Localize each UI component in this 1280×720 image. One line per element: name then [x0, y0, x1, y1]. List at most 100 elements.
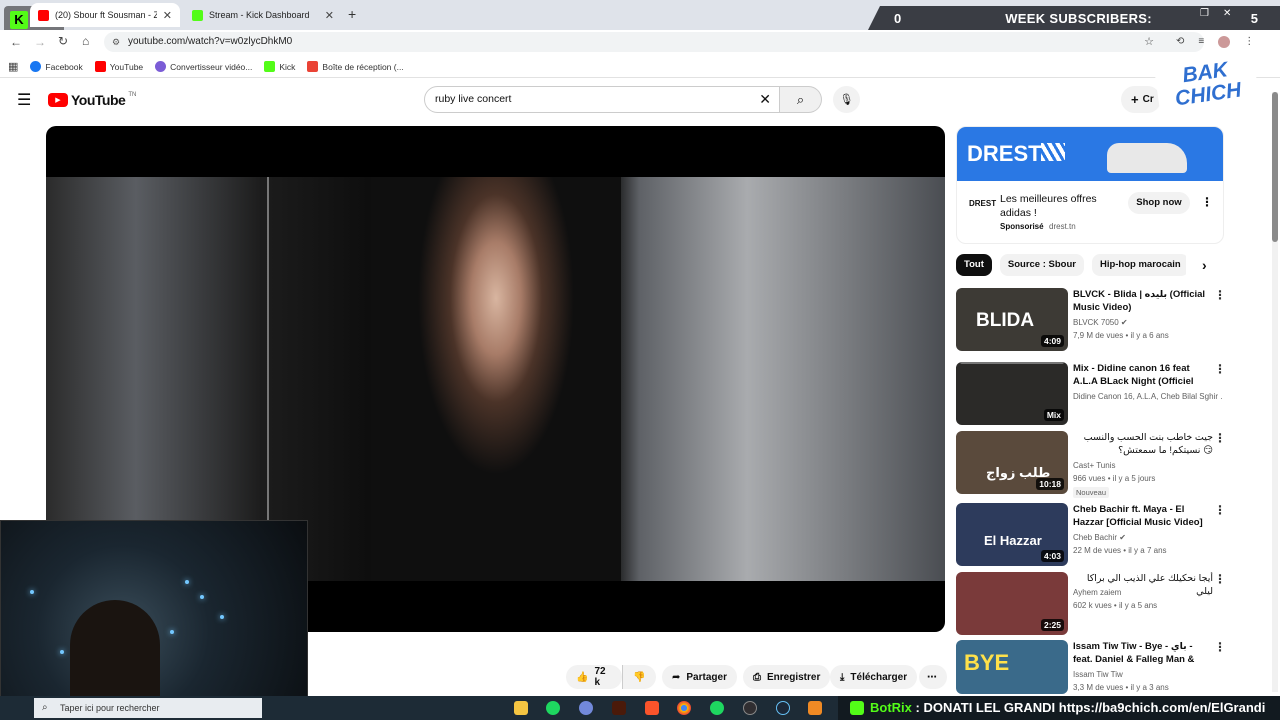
forward-icon[interactable]: →: [34, 35, 46, 49]
video-thumbnail[interactable]: BYE: [956, 640, 1068, 694]
reading-list-icon[interactable]: ≡: [1198, 36, 1204, 48]
new-tab-button[interactable]: +: [348, 6, 356, 22]
close-tab-icon[interactable]: ✕: [325, 9, 334, 22]
more-actions-button[interactable]: ⋯: [919, 665, 947, 689]
recommendation-item[interactable]: El Hazzar 4:03 Cheb Bachir ft. Maya - El…: [956, 503, 1226, 567]
shop-now-label: Shop now: [1136, 197, 1182, 208]
video-title: جيت خاطب بنت الحسب والنسب 😏 نسيتكم! ما س…: [1083, 432, 1213, 456]
reload-icon[interactable]: ↻: [58, 34, 68, 48]
hamburger-menu-icon[interactable]: ☰: [17, 90, 31, 110]
bookmark-youtube[interactable]: YouTube: [94, 61, 143, 72]
recommendation-item[interactable]: طلب زواج 10:18 جيت خاطب بنت الحسب والنسب…: [956, 431, 1226, 498]
spotify-icon-2[interactable]: [710, 701, 724, 715]
discord-icon[interactable]: [579, 701, 593, 715]
restore-icon[interactable]: ❐: [1200, 8, 1209, 19]
recommendation-item[interactable]: BYE Issam Tiw Tiw - Bye - باي - feat. Da…: [956, 640, 1226, 704]
share-label: Partager: [686, 671, 727, 683]
video-menu-icon[interactable]: ⋮: [1214, 432, 1226, 444]
chip-hiphop[interactable]: Hip-hop marocain: [1091, 254, 1186, 276]
bookmark-gmail[interactable]: Boîte de réception (...: [307, 61, 404, 72]
dislike-button[interactable]: 👎: [622, 665, 656, 689]
search-button[interactable]: ⌕: [780, 86, 822, 113]
taskbar-search[interactable]: ⌕ Taper ici pour rechercher: [34, 698, 262, 718]
led-light: [60, 650, 64, 654]
taskbar-search-placeholder: Taper ici pour rechercher: [60, 703, 160, 713]
video-menu-icon[interactable]: ⋮: [1214, 289, 1226, 301]
address-bar[interactable]: ⚙ youtube.com/watch?v=w0zlycDhkM0 ☆: [104, 32, 1204, 52]
download-button[interactable]: ⤓ Télécharger: [830, 665, 918, 689]
bookmark-facebook[interactable]: Facebook: [30, 61, 83, 72]
url-text: youtube.com/watch?v=w0zlycDhkM0: [128, 36, 293, 47]
page-scrollbar[interactable]: [1272, 92, 1278, 692]
app-icon[interactable]: [808, 701, 822, 715]
video-thumbnail[interactable]: BLIDA 4:09: [956, 288, 1068, 351]
voice-search-button[interactable]: 🎙: [833, 86, 860, 113]
thumbs-down-icon: 👎: [633, 671, 646, 683]
shop-now-button[interactable]: Shop now: [1128, 192, 1190, 214]
sponsored-ad-card[interactable]: DREST DREST Les meilleures offres adidas…: [956, 126, 1224, 244]
led-light: [220, 615, 224, 619]
obs-icon[interactable]: [743, 701, 757, 715]
file-explorer-icon[interactable]: [514, 701, 528, 715]
chips-next-icon[interactable]: ›: [1202, 257, 1207, 273]
menu-kebab-icon[interactable]: ⋮: [1244, 36, 1254, 48]
back-icon[interactable]: ←: [10, 35, 22, 49]
clear-search-icon[interactable]: ✕: [759, 87, 771, 112]
bookmark-kick[interactable]: Kick: [264, 61, 295, 72]
bookmark-star-icon[interactable]: ☆: [1144, 32, 1154, 52]
spotify-icon[interactable]: [546, 701, 560, 715]
ad-kebab-icon[interactable]: ⋮: [1201, 195, 1213, 209]
thumbs-up-icon: 👍: [576, 671, 589, 683]
channel-name: Didine Canon 16, A.L.A, Cheb Bilal Sghir…: [1073, 392, 1223, 401]
close-tab-icon[interactable]: ✕: [163, 9, 172, 22]
channel-name: BLVCK 7050 ✔: [1073, 318, 1128, 327]
chrome-icon[interactable]: [677, 701, 691, 715]
brave-icon[interactable]: [645, 701, 659, 715]
bookmark-icon: ⎙: [753, 671, 761, 683]
share-button[interactable]: ➦ Partager: [662, 665, 737, 689]
scrollbar-thumb[interactable]: [1272, 92, 1278, 242]
close-window-icon[interactable]: ✕: [1223, 8, 1231, 19]
save-button[interactable]: ⎙ Enregistrer: [743, 665, 831, 689]
youtube-play-icon: ▶: [48, 93, 68, 107]
tab-youtube[interactable]: (20) Sbour ft Sousman - Za3bo... ✕: [30, 3, 180, 27]
bookmarks-bar: ▦ Facebook YouTube Convertisseur vidéo..…: [0, 56, 1280, 78]
video-menu-icon[interactable]: ⋮: [1214, 573, 1226, 585]
apps-grid-icon[interactable]: ▦: [8, 60, 18, 73]
channel-name: Ayhem zaiem: [1073, 588, 1122, 597]
steam-icon[interactable]: [776, 701, 790, 715]
like-button[interactable]: 👍 72 k: [566, 665, 622, 689]
streamer-silhouette: [70, 600, 160, 706]
botrix-chat-ticker: BotRix : DONATI LEL GRANDI https://ba9ch…: [838, 696, 1280, 720]
led-light: [30, 590, 34, 594]
youtube-country-code: TN: [128, 92, 137, 98]
ad-domain: drest.tn: [1049, 222, 1076, 231]
video-thumbnail[interactable]: 2:25: [956, 572, 1068, 635]
video-title: Cheb Bachir ft. Maya - El Hazzar [Offici…: [1073, 504, 1203, 528]
search-icon: ⌕: [796, 91, 805, 107]
kick-icon: K: [10, 11, 28, 29]
chip-all[interactable]: Tout: [956, 254, 992, 276]
home-icon[interactable]: ⌂: [82, 34, 89, 48]
illustrator-icon[interactable]: [612, 701, 626, 715]
profile-avatar[interactable]: [1218, 36, 1231, 48]
recommendation-item[interactable]: 2:25 أيجا نحكيلك علي الذيب الي براكا ليل…: [956, 572, 1226, 636]
search-input[interactable]: ruby live concert ✕: [424, 86, 780, 113]
video-menu-icon[interactable]: ⋮: [1214, 641, 1226, 653]
create-button[interactable]: + Cr: [1121, 86, 1161, 113]
chip-source[interactable]: Source : Sbour: [999, 254, 1084, 276]
video-menu-icon[interactable]: ⋮: [1214, 363, 1226, 375]
youtube-logo[interactable]: ▶ YouTube TN: [48, 92, 136, 108]
video-menu-icon[interactable]: ⋮: [1214, 504, 1226, 516]
site-info-icon[interactable]: ⚙: [112, 32, 120, 52]
video-thumbnail[interactable]: Mix: [956, 362, 1068, 425]
video-thumbnail[interactable]: El Hazzar 4:03: [956, 503, 1068, 566]
bookmark-convertisseur[interactable]: Convertisseur vidéo...: [155, 61, 252, 72]
recommendation-item[interactable]: BLIDA 4:09 BLVCK - Blida | بليده (Offici…: [956, 288, 1226, 352]
video-thumbnail[interactable]: طلب زواج 10:18: [956, 431, 1068, 494]
video-duration: 4:03: [1040, 550, 1064, 562]
recommendation-item[interactable]: Mix Mix - Didine canon 16 feat A.L.A BLa…: [956, 362, 1226, 426]
extensions-icon[interactable]: ⟲: [1176, 36, 1184, 48]
ad-sponsored-label: Sponsorisé: [1000, 222, 1044, 231]
tab-kick-dashboard[interactable]: Stream - Kick Dashboard ✕: [184, 3, 342, 27]
